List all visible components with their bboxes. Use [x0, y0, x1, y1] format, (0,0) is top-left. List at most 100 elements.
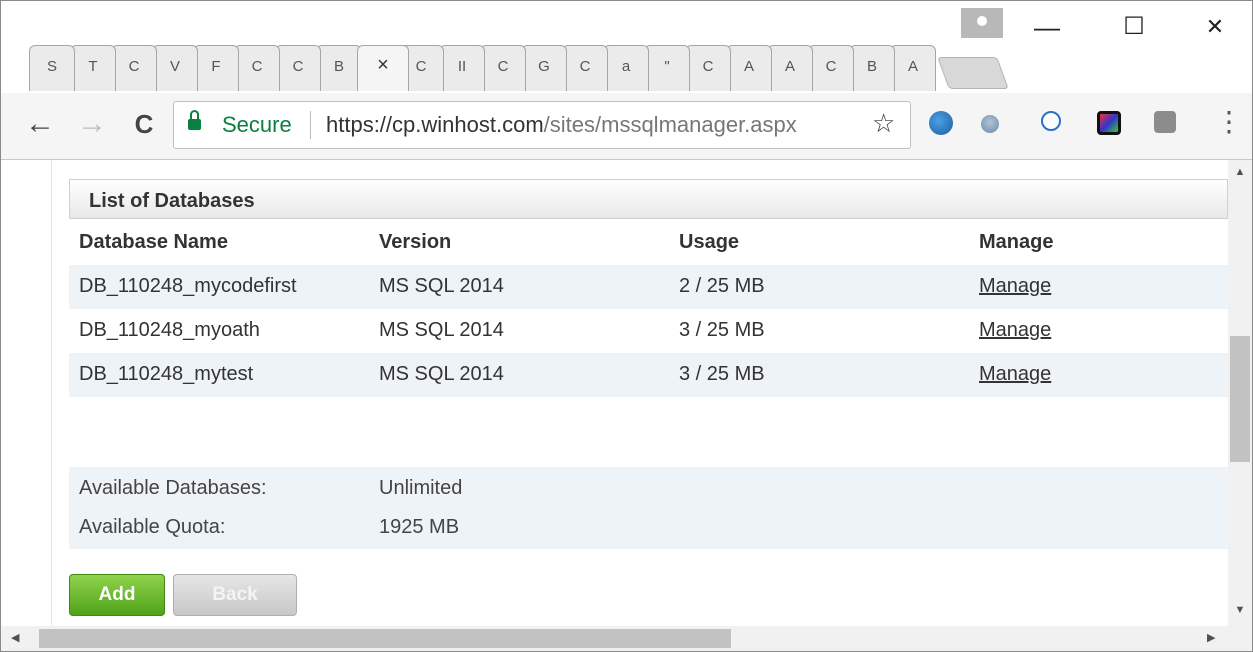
manage-link[interactable]: Manage — [979, 363, 1051, 386]
address-bar[interactable]: Secure https://cp.winhost.com/sites/mssq… — [173, 101, 911, 149]
tab[interactable]: C — [562, 45, 608, 91]
back-button[interactable]: Back — [173, 574, 297, 616]
database-name: DB_110248_mycodefirst — [79, 275, 297, 297]
tab-favicon-label: B — [333, 58, 344, 75]
url-text[interactable]: https://cp.winhost.com/sites/mssqlmanage… — [326, 112, 797, 138]
tab[interactable]: G — [521, 45, 567, 91]
tab-favicon-label: II — [457, 58, 467, 75]
profile-icon[interactable] — [961, 8, 1003, 38]
tab-favicon-label: C — [497, 58, 509, 75]
tab-favicon-label: C — [825, 58, 837, 75]
scroll-right-icon[interactable]: ▶ — [1207, 631, 1215, 644]
manage-link[interactable]: Manage — [979, 319, 1051, 342]
tab[interactable]: V — [152, 45, 198, 91]
tab-favicon-label: A — [907, 58, 918, 75]
tab-active[interactable]: × — [357, 45, 409, 91]
tab-favicon-label: C — [251, 58, 263, 75]
table-row: DB_110248_mytest MS SQL 2014 3 / 25 MB M… — [69, 353, 1228, 397]
vertical-scroll-thumb[interactable] — [1230, 336, 1250, 462]
tab[interactable]: S — [29, 45, 75, 91]
tab[interactable]: C — [808, 45, 854, 91]
tab[interactable]: C — [685, 45, 731, 91]
tab[interactable]: T — [70, 45, 116, 91]
address-separator — [310, 111, 311, 139]
add-button[interactable]: Add — [69, 574, 165, 616]
reload-icon[interactable]: C — [127, 109, 161, 139]
database-name: DB_110248_myoath — [79, 319, 260, 341]
tab-favicon-label: C — [702, 58, 714, 75]
tab-favicon-label: A — [784, 58, 795, 75]
tab[interactable]: B — [316, 45, 362, 91]
database-usage: 3 / 25 MB — [679, 319, 765, 341]
scroll-up-icon[interactable]: ▲ — [1228, 166, 1252, 178]
browser-window: S T C V F C C B × C II C G Ca " C A A C B A — ☐ ✕ ← → C Secu… — [0, 0, 1253, 652]
menu-icon[interactable]: ⋮ — [1215, 105, 1243, 138]
dark-app-icon[interactable] — [1097, 111, 1121, 135]
gray-app-icon[interactable] — [1154, 111, 1176, 133]
available-databases-value: Unlimited — [379, 477, 463, 499]
table-header: Database Name Version Usage Manage — [69, 221, 1228, 265]
user-badge-icon[interactable] — [1041, 111, 1061, 131]
url-host: https://cp.winhost.com — [326, 112, 544, 137]
database-usage: 2 / 25 MB — [679, 275, 765, 297]
url-path: /sites/mssqlmanager.aspx — [543, 112, 797, 137]
tab-favicon-label: C — [292, 58, 304, 75]
globe-icon[interactable] — [929, 111, 953, 135]
quota-summary: Available Databases: Unlimited Available… — [69, 467, 1228, 549]
tab[interactable]: B — [849, 45, 895, 91]
horizontal-scroll-thumb[interactable] — [39, 629, 731, 648]
satellite-icon[interactable] — [981, 115, 999, 133]
tab-strip: S T C V F C C B × C II C G Ca " C A A C B A — ☐ ✕ — [1, 1, 1252, 93]
new-tab-button[interactable] — [937, 57, 1009, 89]
col-usage: Usage — [679, 231, 740, 253]
secure-label: Secure — [222, 112, 292, 137]
tab[interactable]: " — [644, 45, 690, 91]
horizontal-scrollbar[interactable]: ◀ ▶ — [1, 626, 1228, 651]
tab[interactable]: II — [439, 45, 485, 91]
col-database-name: Database Name — [79, 231, 228, 253]
tab-favicon-label: C — [128, 58, 140, 75]
minimize-button[interactable]: — — [1025, 13, 1069, 41]
scroll-down-icon[interactable]: ▼ — [1228, 604, 1252, 616]
tab-favicon-label: G — [538, 58, 550, 75]
maximize-button[interactable]: ☐ — [1112, 13, 1156, 41]
back-icon[interactable]: ← — [23, 109, 57, 139]
forward-icon[interactable]: → — [75, 109, 109, 139]
tab[interactable]: a — [603, 45, 649, 91]
tab[interactable]: C — [111, 45, 157, 91]
tab-favicon-label: T — [88, 58, 98, 75]
tab[interactable]: C — [480, 45, 526, 91]
tab[interactable]: A — [726, 45, 772, 91]
databases-panel: List of Databases Database Name Version … — [69, 179, 1228, 626]
manage-link[interactable]: Manage — [979, 275, 1051, 298]
available-databases-label: Available Databases: — [79, 477, 267, 499]
database-version: MS SQL 2014 — [379, 319, 504, 341]
vertical-scrollbar[interactable]: ▲ ▼ — [1228, 160, 1252, 626]
col-manage: Manage — [979, 231, 1054, 253]
close-tab-icon: × — [377, 54, 389, 76]
database-usage: 3 / 25 MB — [679, 363, 765, 385]
tab-favicon-label: S — [46, 58, 57, 75]
scroll-left-icon[interactable]: ◀ — [11, 631, 19, 644]
left-divider — [51, 160, 52, 626]
panel-header: List of Databases — [69, 179, 1228, 219]
tab[interactable]: A — [890, 45, 936, 91]
close-window-button[interactable]: ✕ — [1193, 13, 1237, 41]
available-quota-value: 1925 MB — [379, 516, 460, 538]
tab[interactable]: C — [275, 45, 321, 91]
database-version: MS SQL 2014 — [379, 363, 504, 385]
tab[interactable]: C — [234, 45, 280, 91]
tab[interactable]: F — [193, 45, 239, 91]
star-icon[interactable]: ☆ — [872, 108, 895, 139]
tab-favicon-label: " — [664, 58, 670, 75]
tab-favicon-label: C — [579, 58, 591, 75]
tab-favicon-label: B — [866, 58, 877, 75]
tab[interactable]: A — [767, 45, 813, 91]
tab-favicon-label: a — [621, 58, 631, 75]
table-row: DB_110248_myoath MS SQL 2014 3 / 25 MB M… — [69, 309, 1228, 353]
scrollbar-corner — [1228, 626, 1252, 651]
available-quota-label: Available Quota: — [79, 516, 226, 538]
tab-favicon-label: F — [211, 58, 221, 75]
database-version: MS SQL 2014 — [379, 275, 504, 297]
lock-icon — [188, 110, 201, 130]
